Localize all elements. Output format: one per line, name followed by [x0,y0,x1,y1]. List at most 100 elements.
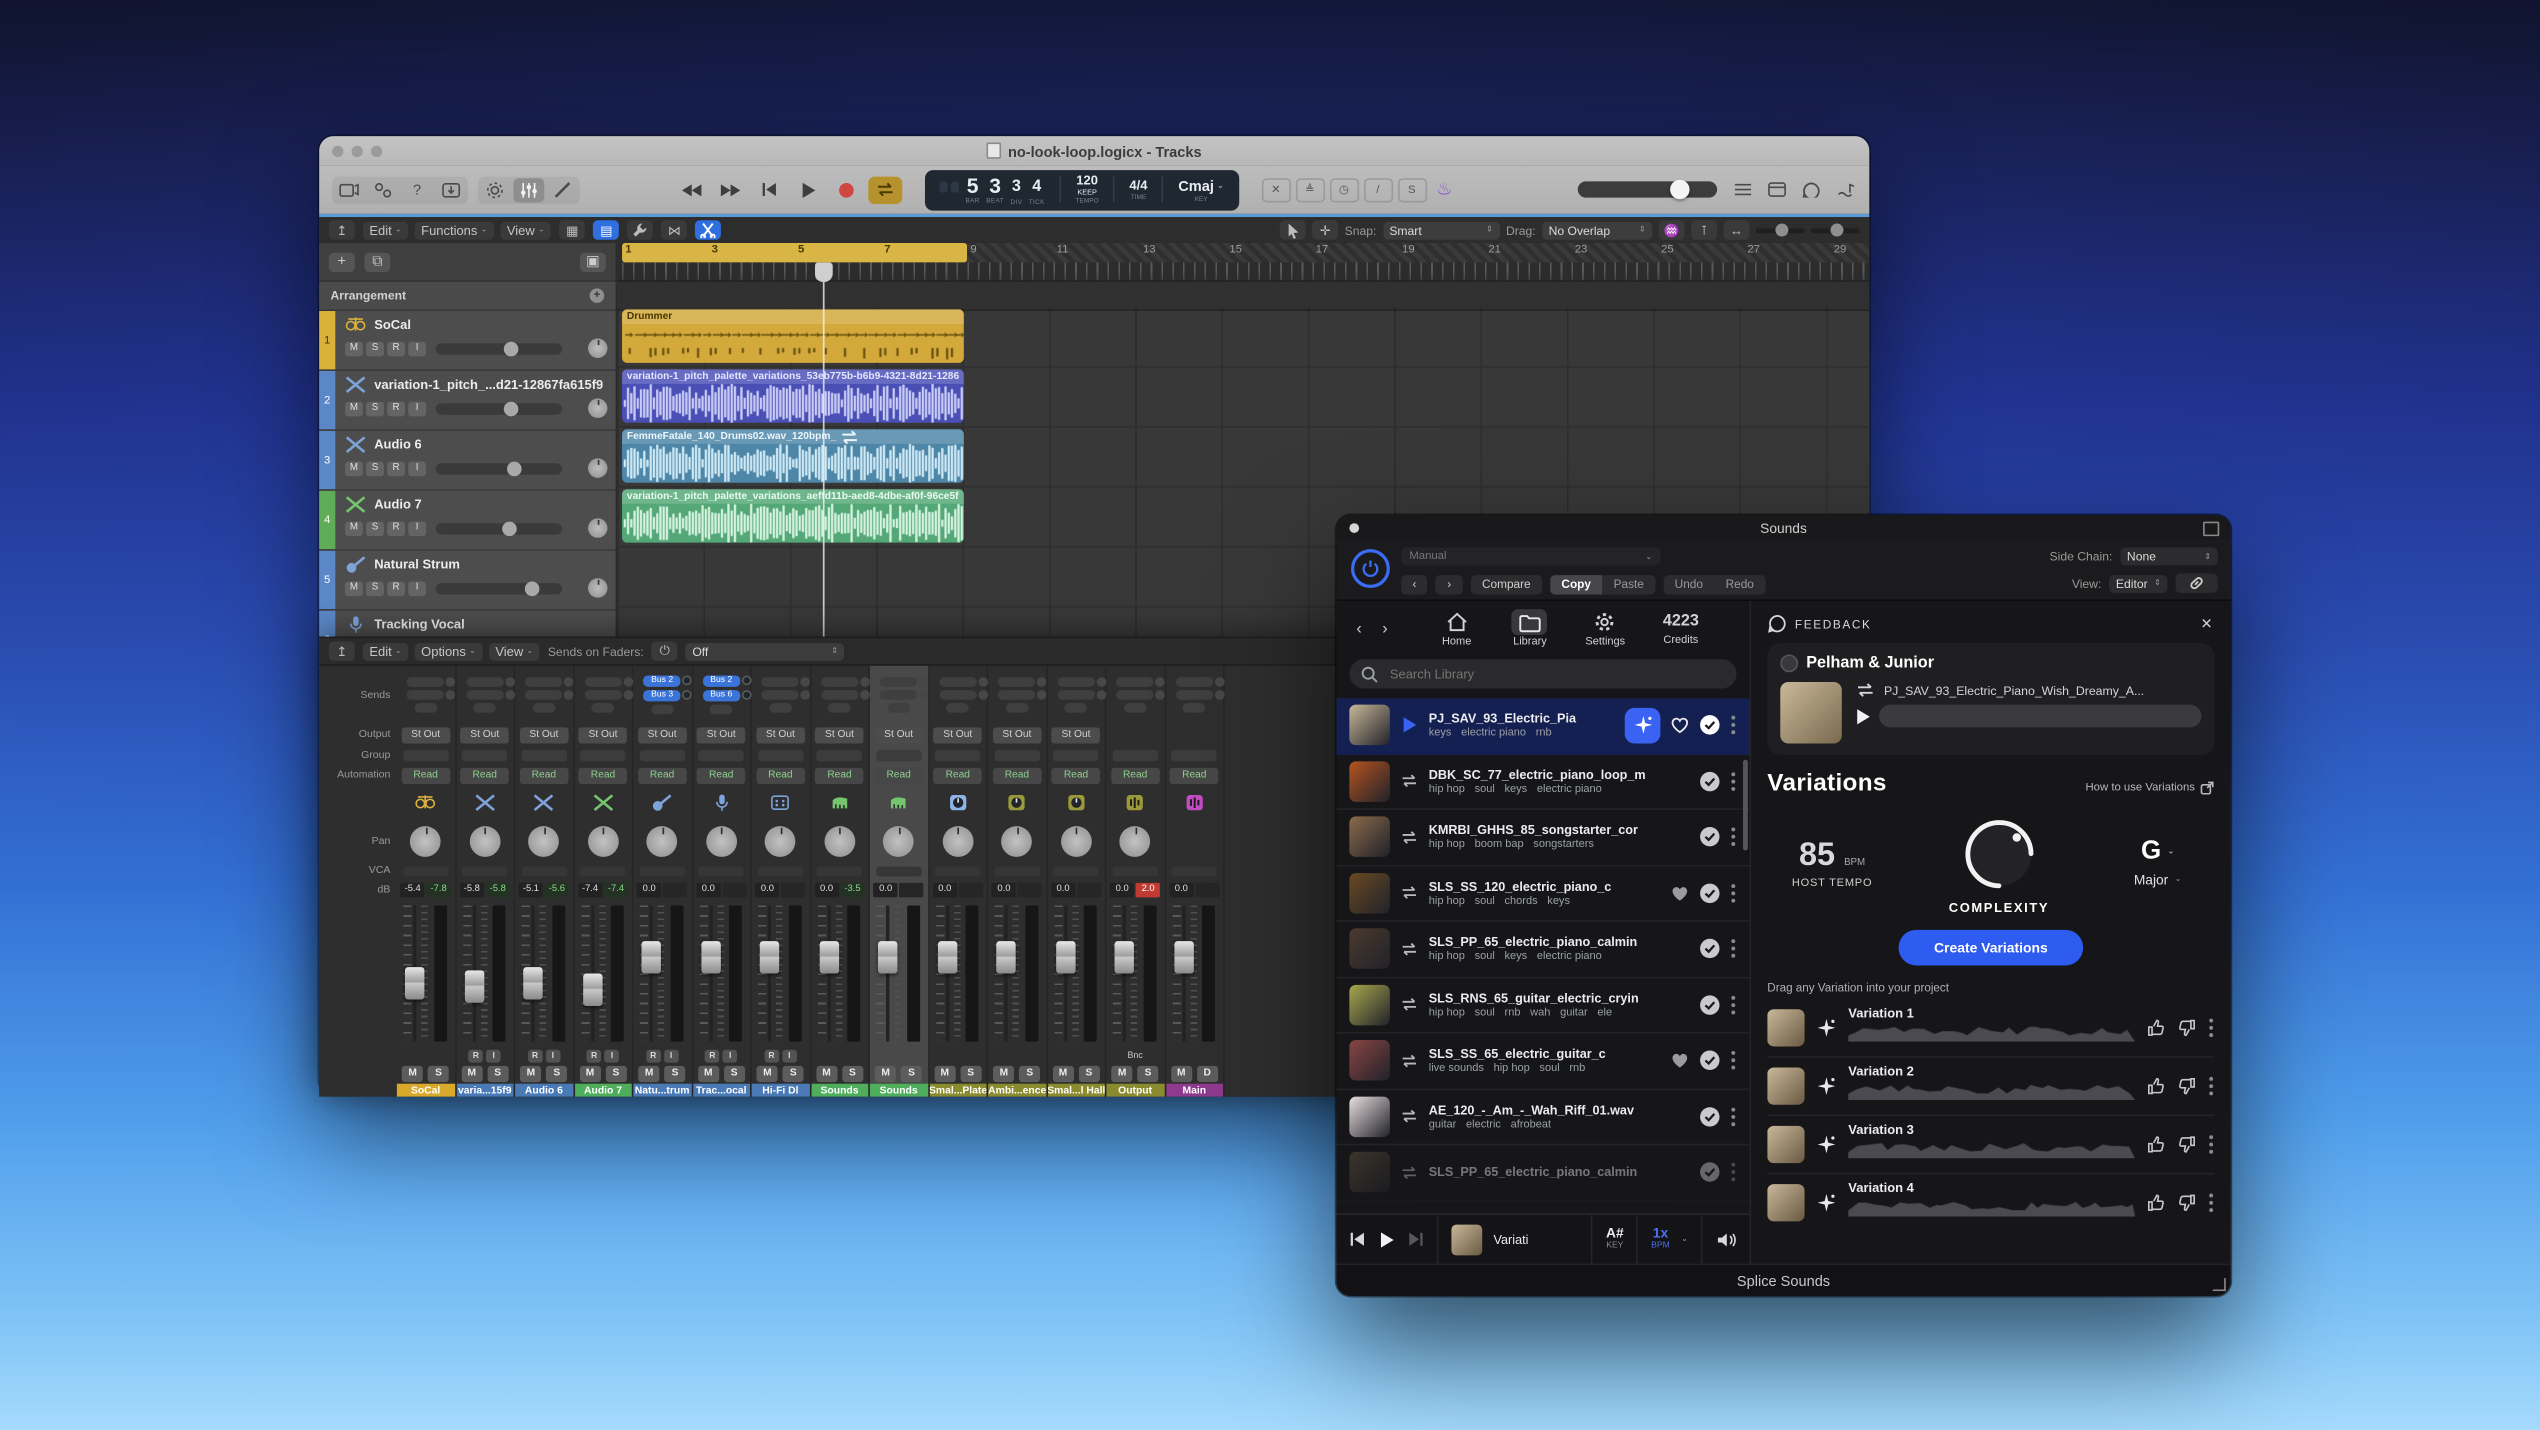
pan-knob[interactable] [824,825,855,856]
track-m-button[interactable]: M [345,401,363,416]
nav-credits[interactable]: 4223Credits [1663,611,1699,647]
vca-slot[interactable] [521,866,566,876]
group-slot[interactable] [758,749,803,760]
mixer-strip-6[interactable]: Bus 2Bus 6St OutRead0.0RIMSTrac...ocal [693,666,752,1097]
automation-read-button[interactable]: Read [1052,767,1101,783]
kebab-menu-icon[interactable] [2208,1134,2214,1155]
kebab-menu-icon[interactable] [2208,1192,2214,1213]
lcd-key[interactable]: Cmaj⌄ KEY [1178,177,1224,201]
track-pan-knob[interactable] [588,339,607,358]
strip-record-button[interactable]: R [528,1049,543,1062]
group-slot[interactable] [1112,749,1157,760]
search-bar[interactable] [1349,659,1736,688]
vca-slot[interactable] [935,866,980,876]
automation-icon[interactable]: ⋈ [661,220,687,239]
expand-icon[interactable] [2203,522,2219,537]
fader-cap[interactable] [760,941,779,973]
fader-cap[interactable] [523,967,542,999]
sound-row-7[interactable]: SLS_SS_65_electric_guitar_clive soundshi… [1336,1033,1749,1089]
pan-knob[interactable] [410,825,441,856]
send-knob[interactable] [742,690,752,700]
strip-record-button[interactable]: R [764,1049,779,1062]
send-slot[interactable]: Bus 2 [703,675,740,686]
list-editors-icon[interactable] [1733,181,1752,199]
kebab-menu-icon[interactable] [1730,938,1736,959]
send-slot[interactable] [407,677,444,687]
vertical-zoom-icon[interactable]: ⊺ [1691,220,1717,239]
preset-back-button[interactable]: ‹ [1401,574,1428,593]
pan-knob[interactable] [1120,825,1151,856]
automation-read-button[interactable]: Read [401,767,450,783]
strip-m-button[interactable]: M [698,1065,719,1081]
fader-cap[interactable] [405,968,424,1000]
send-slot[interactable] [762,677,799,687]
track-lane[interactable]: variation-1_pitch_palette_variations_53e… [617,368,1869,428]
mixer-strip-3[interactable]: St OutRead-5.1-5.6RIMSAudio 6 [515,666,574,1097]
pan-knob[interactable] [469,825,500,856]
send-slot[interactable] [651,705,674,715]
strip-fader[interactable] [1106,899,1164,1048]
send-slot[interactable] [1124,703,1147,713]
automation-read-button[interactable]: Read [697,767,746,783]
mixer-strip-13[interactable]: Read0.02.0BncMSOutput [1106,666,1165,1097]
cycle-region[interactable] [622,243,967,262]
track-lane[interactable]: Drummer [617,308,1869,368]
fader-cap[interactable] [1055,941,1074,973]
strip-s-button[interactable]: S [1019,1065,1040,1081]
strip-input-button[interactable]: I [486,1049,501,1062]
send-slot[interactable] [407,690,444,700]
lcd-time-signature[interactable]: 4/4 TIME [1129,179,1147,200]
thumbs-down-icon[interactable] [2177,1077,2196,1095]
output-button[interactable]: St Out [815,727,864,743]
strip-fader[interactable] [752,899,810,1048]
variation-row-4[interactable]: Variation 4 [1767,1174,2214,1231]
send-slot[interactable] [998,690,1035,700]
strip-m-button[interactable]: M [816,1065,837,1081]
strip-fader[interactable] [1047,899,1105,1048]
speaker-icon[interactable] [1715,1230,1736,1248]
track-i-button[interactable]: I [408,581,426,596]
thumbs-up-icon[interactable] [2146,1194,2165,1212]
vertical-zoom-slider[interactable] [1756,228,1805,233]
pan-knob[interactable] [588,825,619,856]
no-input-icon[interactable]: ✕ [1261,177,1290,201]
strip-name[interactable]: Sounds [870,1084,928,1097]
strip-input-button[interactable]: I [546,1049,561,1062]
pan-knob[interactable] [883,825,914,856]
loop-icon[interactable] [1400,829,1419,845]
send-knob[interactable] [742,675,752,685]
record-button[interactable] [829,176,863,204]
go-to-beginning-button[interactable] [752,176,786,204]
fader-cap[interactable] [878,941,897,973]
feedback-waveform[interactable] [1879,705,2201,728]
send-knob[interactable] [682,675,692,685]
track-header-1[interactable]: 1SoCalMSRI [319,311,615,371]
player-play-icon[interactable] [1379,1230,1395,1248]
mixer-edit-menu[interactable]: Edit⌄ [363,642,408,660]
strip-fader[interactable] [574,899,632,1048]
loop-icon[interactable] [1400,941,1419,957]
strip-s-button[interactable]: S [1138,1065,1159,1081]
track-m-button[interactable]: M [345,521,363,536]
track-s-button[interactable]: S [366,341,384,356]
mixer-strip-10[interactable]: St OutRead0.0MSSmal...Plate [929,666,988,1097]
create-variations-button[interactable]: Create Variations [1898,930,2083,966]
strip-s-button[interactable]: S [842,1065,863,1081]
send-slot[interactable] [1176,677,1213,687]
kebab-menu-icon[interactable] [1730,882,1736,903]
region-1[interactable]: Drummer [622,309,964,362]
automation-read-button[interactable]: Read [638,767,687,783]
mixer-strip-12[interactable]: St OutRead0.0MSSmal...l Hall [1047,666,1106,1097]
track-pan-knob[interactable] [588,518,607,537]
strip-name[interactable]: Main [1166,1084,1224,1097]
strip-name[interactable]: Smal...Plate [929,1084,987,1097]
fader-cap[interactable] [582,973,601,1005]
thumbs-up-icon[interactable] [2146,1077,2165,1095]
strip-m-button[interactable]: M [639,1065,660,1081]
send-slot[interactable] [710,705,733,715]
send-slot[interactable] [939,690,976,700]
mixer-strip-7[interactable]: St OutRead0.0RIMSHi-Fi Dl [752,666,811,1097]
skip-forward-icon[interactable] [1408,1231,1424,1247]
loop-icon[interactable] [1400,1108,1419,1124]
strip-name[interactable]: Audio 7 [574,1084,632,1097]
